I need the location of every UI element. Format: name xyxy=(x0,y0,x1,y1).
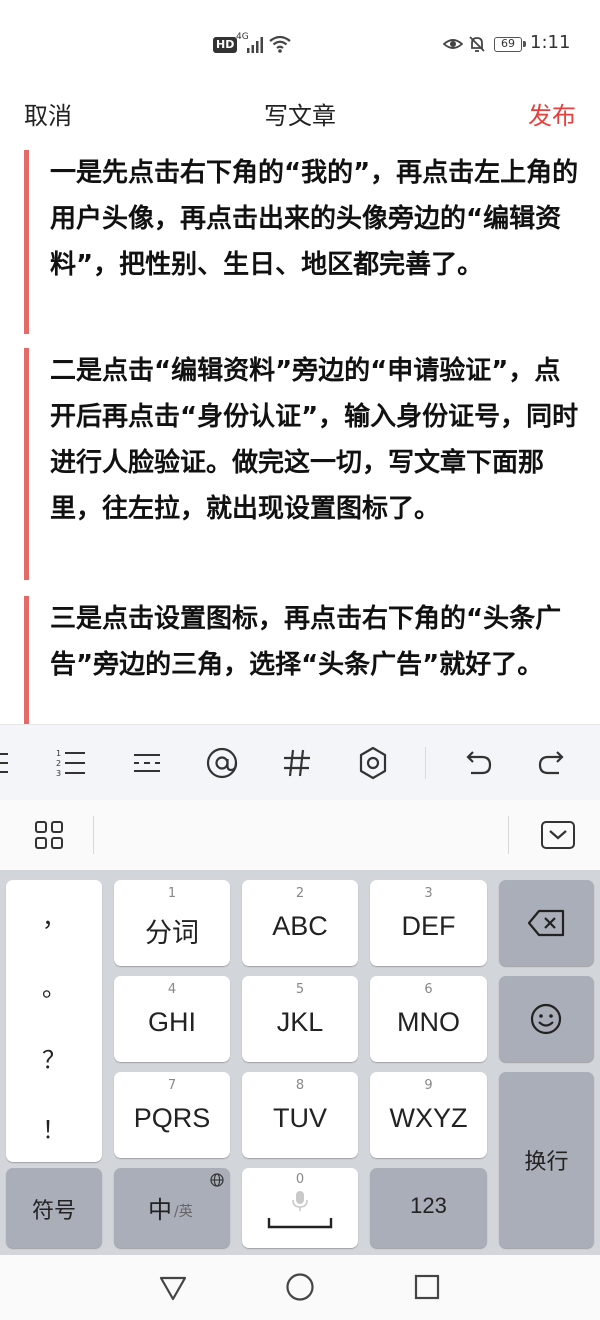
key-number: 2 xyxy=(295,886,305,901)
toolbar-divider xyxy=(425,747,426,779)
key-number: 9 xyxy=(424,1078,433,1093)
clock: 1:11 xyxy=(530,32,571,53)
key-number: 6 xyxy=(424,982,433,997)
enter-key[interactable]: 换行 xyxy=(499,1072,594,1248)
back-icon[interactable] xyxy=(157,1271,189,1303)
numbers-label: 123 xyxy=(410,1193,447,1218)
space-key[interactable]: 0 xyxy=(242,1168,358,1248)
keyboard-candidate-bar xyxy=(0,800,600,870)
key-label: TUV xyxy=(273,1103,327,1133)
key-number: 1 xyxy=(167,886,177,901)
hide-keyboard-icon[interactable] xyxy=(540,820,576,850)
article-editor[interactable]: 一是先点击右下角的“我的”，再点击左上角的用户头像，再点击出来的头像旁边的“编辑… xyxy=(0,140,600,724)
key-8[interactable]: 8 TUV xyxy=(242,1072,358,1158)
mention-icon[interactable] xyxy=(204,745,240,781)
key-label: JKL xyxy=(276,1007,324,1037)
language-switch-key[interactable]: 中 /英 xyxy=(114,1168,230,1248)
format-toolbar: 123 xyxy=(0,724,600,802)
eye-icon xyxy=(443,39,463,49)
hd-indicator: HD xyxy=(213,37,238,53)
symbol-key[interactable]: 符号 xyxy=(6,1168,102,1248)
key-label: PQRS xyxy=(133,1103,211,1133)
key-label: ABC xyxy=(272,911,328,941)
key-5[interactable]: 5 JKL xyxy=(242,976,358,1062)
wifi-icon xyxy=(269,35,291,53)
microphone-icon xyxy=(292,1191,308,1211)
enter-label: 换行 xyxy=(524,1150,569,1175)
signal-icon xyxy=(247,37,263,53)
emoji-key[interactable] xyxy=(499,976,594,1062)
key-number: 5 xyxy=(295,982,305,997)
article-paragraph-2[interactable]: 二是点击“编辑资料”旁边的“申请验证”，点开后再点击“身份认证”，输入身份证号，… xyxy=(24,348,584,580)
key-label: 分词 xyxy=(145,918,199,948)
key-7[interactable]: 7 PQRS xyxy=(114,1072,230,1158)
backspace-icon xyxy=(527,909,565,937)
article-paragraph-1[interactable]: 一是先点击右下角的“我的”，再点击左上角的用户头像，再点击出来的头像旁边的“编辑… xyxy=(24,150,584,334)
redo-icon[interactable] xyxy=(535,745,571,781)
key-label: MNO xyxy=(397,1007,460,1037)
article-paragraph-3[interactable]: 三是点击设置图标，再点击右下角的“头条广告”旁边的三角，选择“头条广告”就好了。 xyxy=(24,596,584,724)
candidate-divider xyxy=(508,816,509,854)
numbered-list-icon[interactable]: 123 xyxy=(53,745,89,781)
space-bar-icon xyxy=(267,1218,333,1229)
status-bar: HD 4G 69 1:11 xyxy=(0,0,600,88)
backspace-key[interactable] xyxy=(499,880,594,966)
svg-text:3: 3 xyxy=(56,769,61,778)
mute-icon xyxy=(469,36,485,52)
punct-comma-key[interactable]: ， xyxy=(6,898,102,933)
recents-icon[interactable] xyxy=(411,1271,443,1303)
home-icon[interactable] xyxy=(284,1271,316,1303)
globe-icon xyxy=(210,1173,224,1187)
svg-text:1: 1 xyxy=(56,749,61,758)
punct-period-key[interactable]: 。 xyxy=(6,968,102,1003)
emoji-icon xyxy=(530,1003,562,1035)
undo-icon[interactable] xyxy=(459,745,495,781)
language-alt: /英 xyxy=(174,1204,193,1220)
key-6[interactable]: 6 MNO xyxy=(370,976,487,1062)
candidate-divider xyxy=(93,816,94,854)
hashtag-icon[interactable] xyxy=(279,745,315,781)
keyboard-menu-icon[interactable] xyxy=(34,820,64,850)
symbol-label: 符号 xyxy=(31,1199,76,1224)
key-number: 4 xyxy=(167,982,177,997)
editor-header: 写文章 取消 发布 xyxy=(0,88,600,138)
key-9[interactable]: 9 WXYZ xyxy=(370,1072,487,1158)
divider-icon[interactable] xyxy=(129,745,165,781)
cancel-button[interactable]: 取消 xyxy=(24,96,72,131)
numbers-key[interactable]: 123 xyxy=(370,1168,487,1248)
key-2[interactable]: 2 ABC xyxy=(242,880,358,966)
key-label: WXYZ xyxy=(389,1103,468,1133)
key-3[interactable]: 3 DEF xyxy=(370,880,487,966)
key-number: 3 xyxy=(424,886,433,901)
page-title: 写文章 xyxy=(264,102,336,130)
t9-keyboard: ， 。 ？ ！ 1 分词 2 ABC 3 DEF 4 GHI 5 JKL 6 M… xyxy=(0,870,600,1255)
align-icon[interactable] xyxy=(0,745,22,781)
publish-button[interactable]: 发布 xyxy=(528,96,576,131)
system-nav-bar xyxy=(0,1255,600,1320)
key-number: 0 xyxy=(295,1172,305,1187)
language-main: 中 xyxy=(148,1196,172,1224)
key-label: GHI xyxy=(147,1007,196,1037)
settings-icon[interactable] xyxy=(355,745,391,781)
punct-exclaim-key[interactable]: ！ xyxy=(6,1110,102,1145)
svg-text:2: 2 xyxy=(56,759,61,768)
key-label: DEF xyxy=(401,911,456,941)
battery-icon: 69 xyxy=(494,37,526,52)
punct-question-key[interactable]: ？ xyxy=(6,1040,102,1075)
key-4[interactable]: 4 GHI xyxy=(114,976,230,1062)
punctuation-column[interactable]: ， 。 ？ ！ xyxy=(6,880,102,1162)
key-1[interactable]: 1 分词 xyxy=(114,880,230,966)
key-number: 8 xyxy=(295,1078,305,1093)
key-number: 7 xyxy=(167,1078,177,1093)
